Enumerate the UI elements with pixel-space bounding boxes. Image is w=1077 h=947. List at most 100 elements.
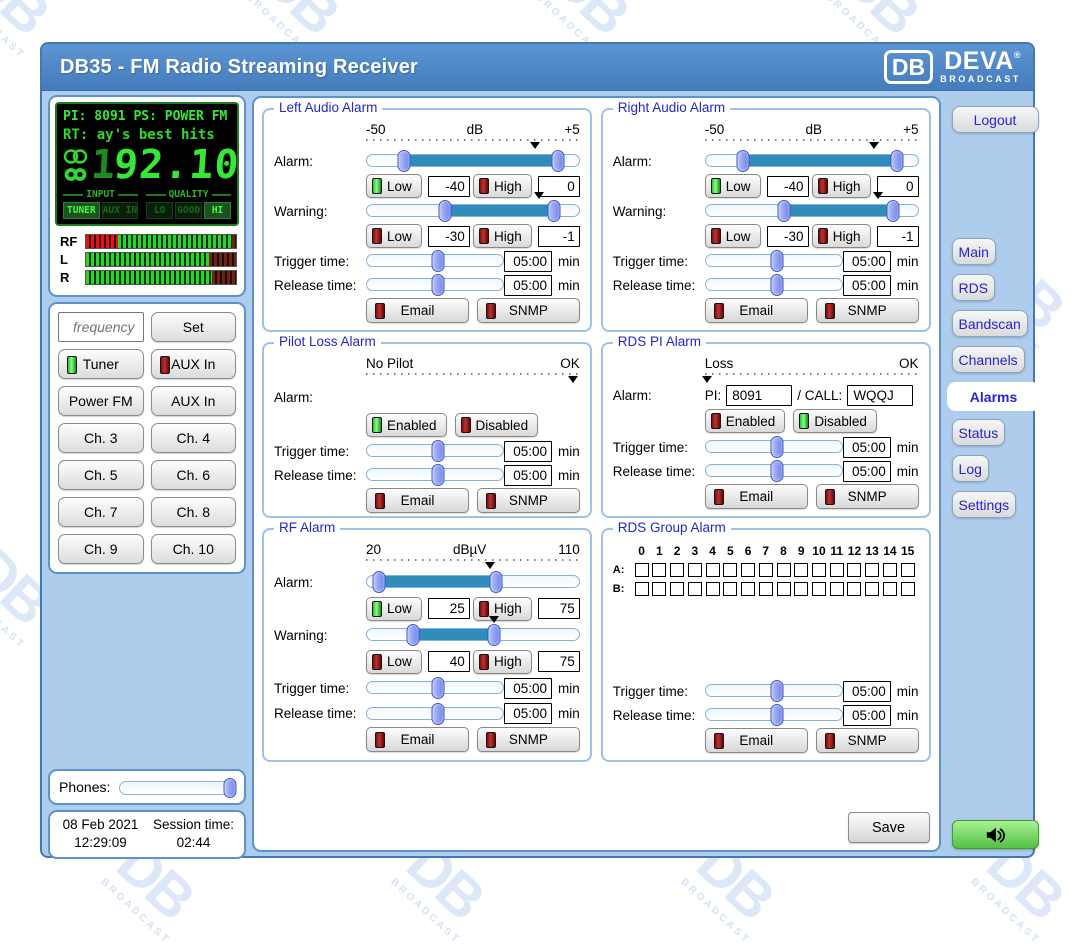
trigger-time-slider[interactable] <box>366 440 504 462</box>
release-time-slider[interactable] <box>705 704 843 726</box>
listen-button[interactable] <box>952 820 1039 849</box>
disabled-button[interactable]: Disabled <box>793 409 877 433</box>
aux-in-button-2[interactable]: AUX In <box>151 349 237 379</box>
rds-group-checkbox-a-14[interactable] <box>883 563 897 577</box>
release-time-input[interactable] <box>843 275 891 296</box>
trigger-time-slider[interactable] <box>705 250 843 272</box>
ch-8-button-10[interactable]: Ch. 8 <box>151 497 237 527</box>
email-notification-button[interactable]: Email <box>366 727 469 752</box>
warning-range-slider[interactable] <box>366 200 580 222</box>
rds-group-checkbox-a-6[interactable] <box>741 563 755 577</box>
rds-group-checkbox-b-10[interactable] <box>812 582 826 596</box>
sidebar-item-rds[interactable]: RDS <box>952 274 996 301</box>
rds-group-checkbox-b-13[interactable] <box>865 582 879 596</box>
slider-handle-low[interactable] <box>439 200 452 222</box>
release-time-input[interactable] <box>843 705 891 726</box>
rds-group-checkbox-b-3[interactable] <box>688 582 702 596</box>
sidebar-item-settings[interactable]: Settings <box>952 491 1017 518</box>
low-threshold-button[interactable]: Low <box>705 174 761 198</box>
rds-group-checkbox-a-1[interactable] <box>652 563 666 577</box>
release-time-input[interactable] <box>843 461 891 482</box>
slider-handle[interactable] <box>431 464 444 486</box>
slider-handle[interactable] <box>770 704 783 726</box>
frequency-input[interactable] <box>58 312 144 342</box>
rds-group-checkbox-b-0[interactable] <box>635 582 649 596</box>
save-button[interactable]: Save <box>848 812 930 843</box>
high-threshold-button[interactable]: High <box>473 597 532 621</box>
slider-handle-high[interactable] <box>891 150 904 172</box>
aux-in-button-4[interactable]: AUX In <box>151 386 237 416</box>
trigger-time-slider[interactable] <box>705 680 843 702</box>
high-threshold-button[interactable]: High <box>812 174 871 198</box>
rds-group-checkbox-a-0[interactable] <box>635 563 649 577</box>
high-threshold-button[interactable]: High <box>473 174 532 198</box>
slider-handle-high[interactable] <box>548 200 561 222</box>
email-notification-button[interactable]: Email <box>705 298 808 323</box>
low-threshold-input[interactable] <box>428 176 470 197</box>
rds-group-checkbox-a-12[interactable] <box>847 563 861 577</box>
slider-handle[interactable] <box>431 274 444 296</box>
rds-group-checkbox-b-5[interactable] <box>723 582 737 596</box>
slider-handle-high[interactable] <box>886 200 899 222</box>
enabled-button[interactable]: Enabled <box>705 409 786 433</box>
high-threshold-button[interactable]: High <box>473 224 532 248</box>
power-fm-button-3[interactable]: Power FM <box>58 386 144 416</box>
rds-group-checkbox-b-11[interactable] <box>830 582 844 596</box>
release-time-slider[interactable] <box>366 703 504 725</box>
rds-group-checkbox-a-13[interactable] <box>865 563 879 577</box>
trigger-time-input[interactable] <box>843 681 891 702</box>
snmp-notification-button[interactable]: SNMP <box>816 298 919 323</box>
rds-group-checkbox-b-4[interactable] <box>706 582 720 596</box>
ch-10-button-12[interactable]: Ch. 10 <box>151 534 237 564</box>
slider-handle-high[interactable] <box>488 624 501 646</box>
slider-handle-low[interactable] <box>737 150 750 172</box>
rds-group-checkbox-b-9[interactable] <box>794 582 808 596</box>
rds-group-checkbox-a-2[interactable] <box>670 563 684 577</box>
slider-handle[interactable] <box>770 250 783 272</box>
trigger-time-input[interactable] <box>504 441 552 462</box>
slider-handle[interactable] <box>770 436 783 458</box>
slider-handle[interactable] <box>431 250 444 272</box>
tab-alarms-active[interactable]: Alarms <box>947 382 1041 411</box>
slider-handle[interactable] <box>770 680 783 702</box>
pi-code-input[interactable] <box>726 385 792 406</box>
set-button[interactable]: Set <box>151 312 237 342</box>
rds-group-checkbox-b-2[interactable] <box>670 582 684 596</box>
rds-group-checkbox-b-12[interactable] <box>847 582 861 596</box>
release-time-input[interactable] <box>504 465 552 486</box>
email-notification-button[interactable]: Email <box>705 728 808 753</box>
email-notification-button[interactable]: Email <box>366 488 469 513</box>
call-sign-input[interactable] <box>847 385 913 406</box>
slider-handle[interactable] <box>431 703 444 725</box>
low-threshold-button[interactable]: Low <box>366 224 422 248</box>
low-threshold-button[interactable]: Low <box>366 597 422 621</box>
high-threshold-input[interactable] <box>538 226 580 247</box>
high-threshold-button[interactable]: High <box>473 650 532 674</box>
low-threshold-input[interactable] <box>428 226 470 247</box>
trigger-time-input[interactable] <box>843 437 891 458</box>
rds-group-checkbox-a-7[interactable] <box>759 563 773 577</box>
slider-handle-high[interactable] <box>552 150 565 172</box>
snmp-notification-button[interactable]: SNMP <box>477 488 580 513</box>
slider-handle[interactable] <box>770 460 783 482</box>
rds-group-checkbox-b-7[interactable] <box>759 582 773 596</box>
release-time-input[interactable] <box>504 275 552 296</box>
release-time-input[interactable] <box>504 703 552 724</box>
low-threshold-input[interactable] <box>428 598 470 619</box>
rds-group-checkbox-a-15[interactable] <box>901 563 915 577</box>
email-notification-button[interactable]: Email <box>705 484 808 509</box>
tuner-button-1[interactable]: Tuner <box>58 349 144 379</box>
sidebar-item-main[interactable]: Main <box>952 238 996 265</box>
phones-slider-handle[interactable] <box>224 778 237 798</box>
low-threshold-button[interactable]: Low <box>366 174 422 198</box>
release-time-slider[interactable] <box>705 460 843 482</box>
rds-group-checkbox-a-4[interactable] <box>706 563 720 577</box>
snmp-notification-button[interactable]: SNMP <box>816 484 919 509</box>
slider-handle-low[interactable] <box>777 200 790 222</box>
enabled-button[interactable]: Enabled <box>366 413 447 437</box>
trigger-time-slider[interactable] <box>366 250 504 272</box>
high-threshold-input[interactable] <box>538 598 580 619</box>
trigger-time-slider[interactable] <box>705 436 843 458</box>
trigger-time-input[interactable] <box>843 251 891 272</box>
slider-handle-low[interactable] <box>398 150 411 172</box>
